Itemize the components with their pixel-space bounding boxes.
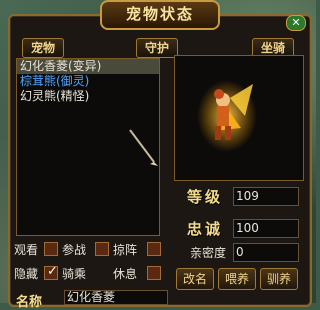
pet-list-item[interactable]: 棕茸熊(御灵) — [17, 74, 159, 89]
pet-figure-icon — [197, 80, 257, 152]
pet-list-item[interactable]: 幻灵熊(精怪) — [17, 89, 159, 104]
close-button[interactable]: ✕ — [286, 15, 306, 31]
battle-checkbox[interactable] — [95, 242, 109, 256]
spear-icon — [129, 129, 158, 166]
rest-label: 休息 — [113, 267, 138, 281]
loyalty-value: 100 — [233, 219, 299, 238]
intimacy-label: 亲密度 — [190, 246, 227, 260]
pet-list-item[interactable]: 幻化香菱(变异) — [17, 59, 159, 74]
flank-checkbox[interactable] — [147, 242, 161, 256]
feed-button[interactable]: 喂养 — [218, 268, 256, 290]
rest-checkbox[interactable] — [147, 266, 161, 280]
window-title: 宠物状态 — [100, 0, 220, 30]
rename-button[interactable]: 改名 — [176, 268, 214, 290]
tab-guardian[interactable]: 守护 — [136, 38, 178, 58]
pet-preview — [174, 55, 304, 181]
flank-label: 掠阵 — [113, 243, 138, 257]
level-value: 109 — [233, 187, 299, 206]
ride-label: 骑乘 — [62, 267, 87, 281]
name-label: 名称 — [16, 295, 43, 310]
watch-label: 观看 — [14, 243, 39, 257]
ride-check-icon — [46, 264, 60, 280]
loyalty-label: 忠诚 — [187, 220, 224, 238]
hide-label: 隐藏 — [14, 267, 39, 281]
tab-pet[interactable]: 宠物 — [22, 38, 64, 58]
level-label: 等级 — [187, 188, 224, 206]
battle-label: 参战 — [62, 243, 87, 257]
intimacy-value: 0 — [233, 243, 299, 262]
tame-button[interactable]: 驯养 — [260, 268, 298, 290]
watch-checkbox[interactable] — [44, 242, 58, 256]
